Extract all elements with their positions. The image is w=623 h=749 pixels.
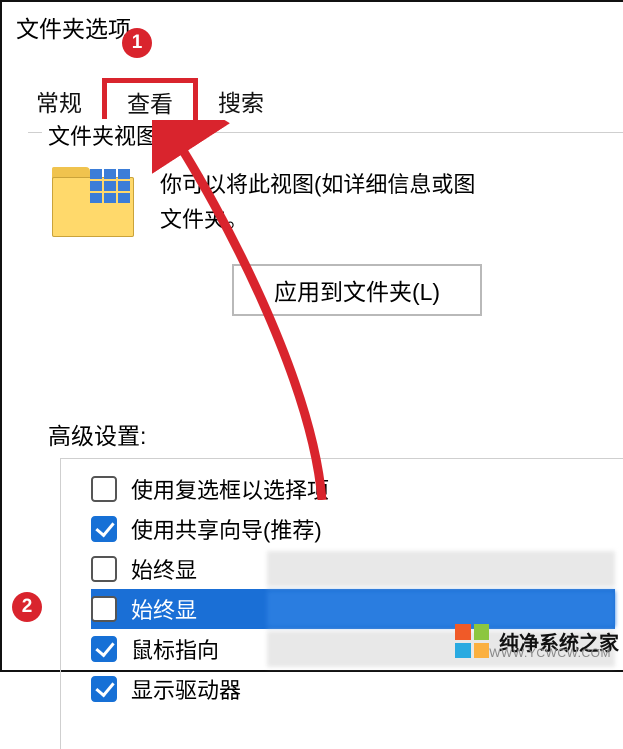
- folder-view-group-label: 文件夹视图: [42, 119, 164, 151]
- folder-view-desc-line1: 你可以将此视图(如详细信息或图: [160, 167, 475, 202]
- checkbox-icon[interactable]: [91, 476, 117, 502]
- folder-view-desc-line2: 文件夹。: [160, 202, 475, 237]
- annotation-marker-1: 1: [122, 28, 152, 58]
- annotation-marker-2: 2: [12, 592, 42, 622]
- watermark-url: WWW.YCWCW.COM: [489, 646, 611, 660]
- tab-search[interactable]: 搜索: [198, 78, 284, 126]
- adv-item-always-show-1[interactable]: 始终显: [91, 549, 615, 589]
- window-title: 文件夹选项: [16, 10, 131, 44]
- watermark: 纯净系统之家 WWW.YCWCW.COM: [455, 624, 619, 658]
- adv-item-sharing-wizard[interactable]: 使用共享向导(推荐): [91, 509, 615, 549]
- apply-to-folders-button[interactable]: 应用到文件夹(L): [232, 264, 482, 316]
- checkbox-icon[interactable]: [91, 676, 117, 702]
- watermark-logo-icon: [455, 624, 489, 658]
- advanced-settings-list: 使用复选框以选择项 使用共享向导(推荐) 始终显 始终显 鼠标指向 显示驱动器: [60, 458, 623, 749]
- adv-item-always-show-2[interactable]: 始终显: [91, 589, 615, 629]
- adv-item-label: 鼠标指向: [131, 633, 219, 665]
- folder-view-group: 文件夹视图 你可以将此视图(如详细信息或图 文件夹。: [28, 132, 623, 237]
- adv-item-label: 始终显: [131, 593, 197, 625]
- folder-icon: [52, 167, 134, 237]
- adv-item-label: 显示驱动器: [131, 673, 241, 705]
- adv-item-label: 始终显: [131, 553, 197, 585]
- adv-item-checkbox-select[interactable]: 使用复选框以选择项: [91, 469, 615, 509]
- adv-item-label: 使用共享向导(推荐): [131, 513, 322, 545]
- adv-item-label: 使用复选框以选择项: [131, 473, 329, 505]
- advanced-settings-label: 高级设置:: [48, 417, 146, 451]
- checkbox-icon[interactable]: [91, 556, 117, 582]
- obscured-region: [267, 551, 615, 587]
- checkbox-icon[interactable]: [91, 516, 117, 542]
- obscured-region: [267, 591, 615, 627]
- checkbox-icon[interactable]: [91, 596, 117, 622]
- checkbox-icon[interactable]: [91, 636, 117, 662]
- adv-item-show-drives[interactable]: 显示驱动器: [91, 669, 615, 709]
- folder-view-description: 你可以将此视图(如详细信息或图 文件夹。: [160, 167, 475, 237]
